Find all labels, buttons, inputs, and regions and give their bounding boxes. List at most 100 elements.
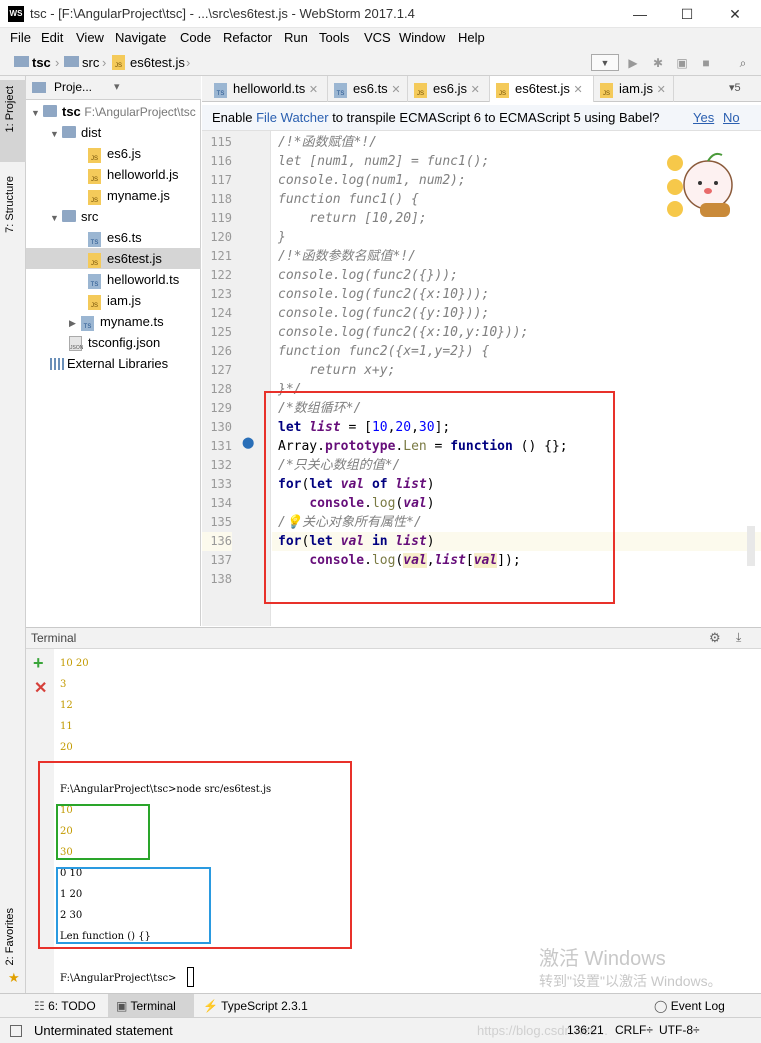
line-number: 123	[210, 287, 232, 301]
close-tab-icon[interactable]: ✕	[391, 84, 400, 96]
structure-tool-tab[interactable]: 7: Structure	[4, 176, 22, 233]
minimize-button[interactable]: —	[617, 0, 663, 28]
js-file-icon: JS	[88, 190, 101, 205]
event-log-icon: ◯	[654, 999, 668, 1013]
gear-icon[interactable]: ⚙	[709, 630, 721, 646]
terminal-line: 12	[60, 700, 73, 711]
tab-helloworld-ts[interactable]: TS helloworld.ts ✕	[208, 76, 328, 102]
tree-item-src[interactable]: ▼ src	[26, 206, 201, 227]
banner-yes-link[interactable]: Yes	[693, 110, 714, 125]
js-file-icon: JS	[88, 148, 101, 163]
tree-item-dist[interactable]: ▼ dist	[26, 122, 201, 143]
scrollbar[interactable]	[747, 526, 755, 566]
expand-arrow-icon[interactable]: ▼	[50, 124, 62, 145]
run-config-dropdown[interactable]: ▼	[591, 54, 619, 71]
typescript-tab[interactable]: ⚡ TypeScript 2.3.1	[203, 994, 308, 1018]
annotation-box-blue	[56, 867, 211, 944]
favorites-tool-tab[interactable]: 2: Favorites	[4, 908, 22, 965]
js-file-icon: JS	[88, 253, 101, 268]
menu-window[interactable]: Window	[399, 30, 445, 45]
tool-window-icon[interactable]	[10, 1025, 22, 1037]
line-number: 133	[210, 477, 232, 491]
cursor-position[interactable]: 136:21	[567, 1023, 604, 1037]
code-line: return x+y;	[278, 363, 396, 378]
annotation-box-green	[56, 804, 150, 860]
breadcrumb-root[interactable]: tsc	[32, 55, 51, 70]
json-file-icon: JSON	[69, 336, 83, 351]
close-tab-icon[interactable]: ✕	[471, 84, 480, 96]
banner-no-link[interactable]: No	[723, 110, 740, 125]
line-number: 126	[210, 344, 232, 358]
line-number: 127	[210, 363, 232, 377]
coverage-icon[interactable]: ▣	[673, 54, 691, 72]
line-separator[interactable]: CRLF÷	[615, 1023, 653, 1037]
close-tab-icon[interactable]: ✕	[574, 84, 583, 96]
terminal-line: 10 20	[60, 658, 89, 669]
ts-file-icon: TS	[88, 274, 101, 289]
tab-iam-js[interactable]: JS iam.js ✕	[594, 76, 674, 102]
debug-icon[interactable]: ✱	[649, 54, 667, 72]
tree-item-myname-js[interactable]: JS myname.js	[26, 185, 201, 206]
line-number: 120	[210, 230, 232, 244]
tree-item-helloworld-ts[interactable]: TS helloworld.ts	[26, 269, 201, 290]
chevron-down-icon[interactable]: ▾	[114, 80, 120, 93]
code-line: /!*函数参数名赋值*!/	[278, 249, 416, 264]
tree-item-tsconfig[interactable]: JSON tsconfig.json	[26, 332, 201, 353]
navigation-bar: tsc › src › JS es6test.js › ▼ ▶ ✱ ▣ ■ ⌕	[0, 50, 761, 76]
line-number: 131	[210, 439, 232, 453]
tree-item-external-libraries[interactable]: External Libraries	[26, 353, 201, 374]
tree-item-tsc[interactable]: ▼ tsc F:\AngularProject\tsc	[26, 101, 201, 122]
library-icon	[50, 358, 64, 370]
tabs-overflow-button[interactable]: ▾5	[729, 81, 741, 94]
search-everywhere-icon[interactable]: ⌕	[734, 54, 752, 72]
file-encoding[interactable]: UTF-8÷	[659, 1023, 700, 1037]
menu-edit[interactable]: Edit	[41, 30, 63, 45]
breadcrumb-folder[interactable]: src	[82, 55, 99, 70]
close-session-icon[interactable]: ✕	[34, 678, 47, 698]
expand-arrow-icon[interactable]: ▼	[31, 103, 43, 124]
folder-icon	[64, 56, 79, 67]
stop-icon[interactable]: ■	[697, 54, 715, 72]
maximize-button[interactable]: ☐	[664, 0, 710, 28]
menu-vcs[interactable]: VCS	[364, 30, 391, 45]
project-view-selector[interactable]: Proje...	[54, 80, 92, 94]
code-line: console.log(num1, num2);	[278, 173, 466, 188]
menu-refactor[interactable]: Refactor	[223, 30, 272, 45]
close-button[interactable]: ✕	[712, 0, 758, 28]
run-icon[interactable]: ▶	[624, 54, 642, 72]
project-tool-tab[interactable]: 1: Project	[4, 86, 22, 132]
implemented-method-icon[interactable]: ⬤	[242, 436, 254, 449]
menu-view[interactable]: View	[76, 30, 104, 45]
tab-es6test-js[interactable]: JS es6test.js ✕	[490, 76, 594, 102]
terminal-tab[interactable]: ▣ Terminal	[108, 994, 194, 1018]
todo-tab[interactable]: ☷ 6: TODO	[34, 994, 96, 1018]
event-log-tab[interactable]: ◯ Event Log	[654, 994, 725, 1018]
terminal-line: 20	[60, 742, 73, 753]
breadcrumb-file[interactable]: es6test.js	[130, 55, 185, 70]
tree-item-es6test-js[interactable]: JS es6test.js	[26, 248, 201, 269]
bottom-tool-tabs: ☷ 6: TODO ▣ Terminal ⚡ TypeScript 2.3.1 …	[0, 993, 761, 1018]
menu-tools[interactable]: Tools	[319, 30, 349, 45]
close-tab-icon[interactable]: ✕	[309, 84, 318, 96]
new-session-icon[interactable]: +	[33, 653, 44, 674]
tree-item-iam-js[interactable]: JS iam.js	[26, 290, 201, 311]
line-number: 130	[210, 420, 232, 434]
menu-code[interactable]: Code	[180, 30, 211, 45]
tree-item-es6-ts[interactable]: TS es6.ts	[26, 227, 201, 248]
js-file-icon: JS	[600, 83, 613, 98]
line-number: 137	[210, 553, 232, 567]
tree-item-es6-js[interactable]: JS es6.js	[26, 143, 201, 164]
menu-file[interactable]: File	[10, 30, 31, 45]
close-tab-icon[interactable]: ✕	[657, 84, 666, 96]
expand-arrow-icon[interactable]: ▼	[50, 208, 62, 229]
hide-icon[interactable]: ⤓	[736, 630, 741, 645]
menu-run[interactable]: Run	[284, 30, 308, 45]
collapse-arrow-icon[interactable]: ▶	[69, 313, 81, 334]
menu-navigate[interactable]: Navigate	[115, 30, 166, 45]
file-watcher-link[interactable]: File Watcher	[256, 110, 328, 125]
tree-item-myname-ts[interactable]: ▶ TS myname.ts	[26, 311, 201, 332]
menu-help[interactable]: Help	[458, 30, 485, 45]
tab-es6-js[interactable]: JS es6.js ✕	[408, 76, 490, 102]
tab-es6-ts[interactable]: TS es6.ts ✕	[328, 76, 408, 102]
tree-item-helloworld-js[interactable]: JS helloworld.js	[26, 164, 201, 185]
